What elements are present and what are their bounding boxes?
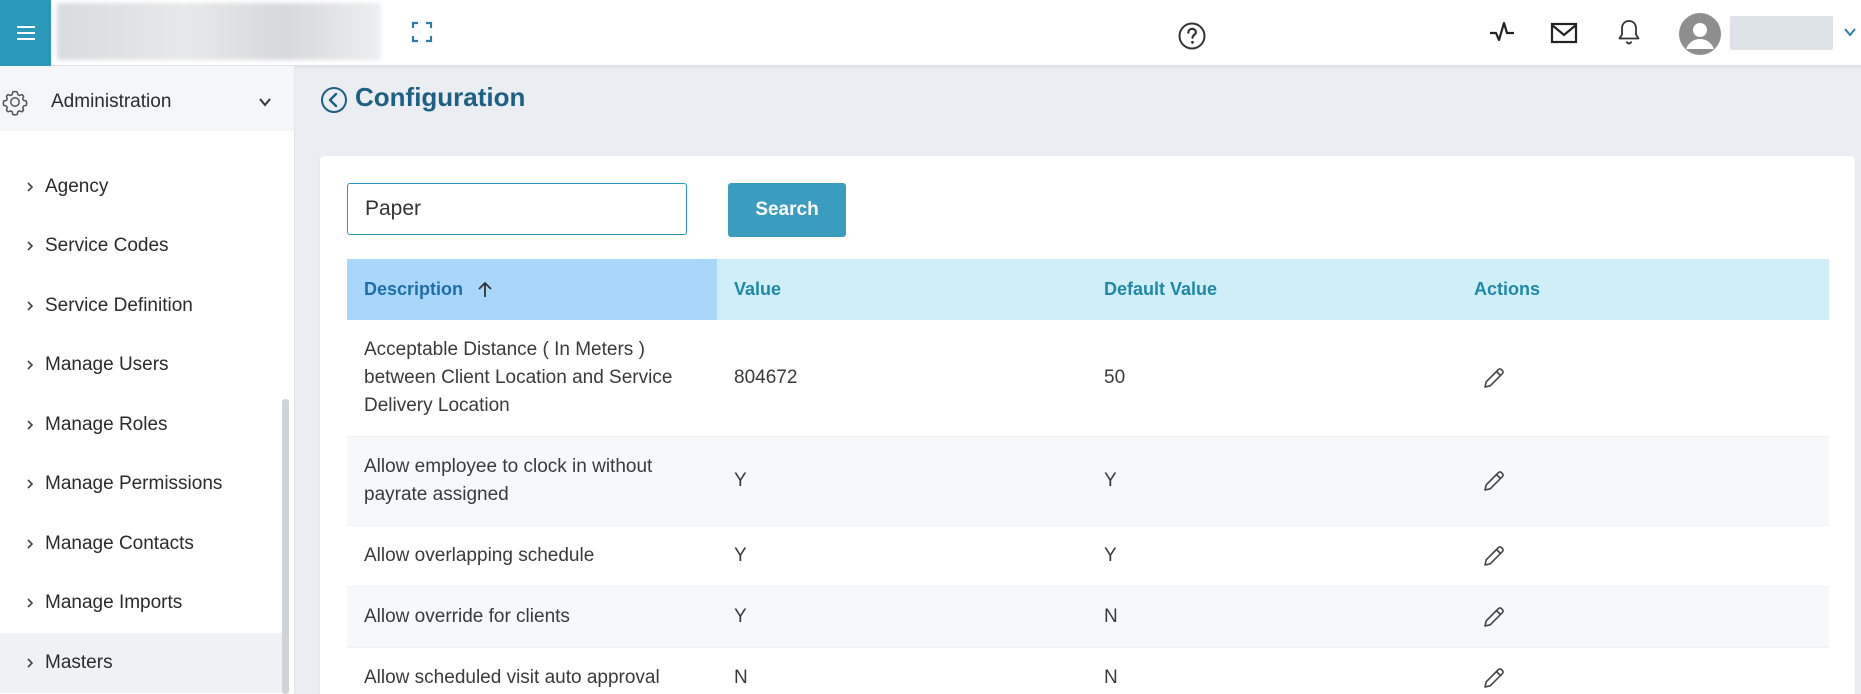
cell-value: Y — [734, 470, 747, 491]
edit-pencil-icon[interactable] — [1481, 365, 1507, 391]
sidebar-item-label: Manage Users — [45, 354, 169, 376]
cell-value: 804672 — [734, 367, 798, 388]
sidebar: Administration Agency Service Codes Serv… — [0, 66, 295, 694]
chevron-right-icon — [27, 301, 34, 311]
cell-default-value: N — [1104, 606, 1118, 627]
cell-actions — [1457, 526, 1829, 586]
hamburger-menu-button[interactable] — [0, 0, 51, 66]
table-row: Acceptable Distance ( In Meters ) betwee… — [347, 320, 1829, 437]
cell-description: Allow employee to clock in without payra… — [364, 456, 653, 505]
bell-icon[interactable] — [1616, 18, 1642, 46]
edit-pencil-icon[interactable] — [1481, 665, 1507, 691]
sidebar-item-manage-roles[interactable]: Manage Roles — [0, 395, 283, 455]
table-header: Description Value Default Value Actions — [347, 259, 1829, 320]
gear-icon — [2, 90, 28, 116]
chevron-right-icon — [27, 539, 34, 549]
chevron-down-icon[interactable] — [1843, 25, 1857, 39]
cell-actions — [1457, 320, 1829, 436]
search-button[interactable]: Search — [728, 183, 846, 237]
sidebar-item-label: Manage Imports — [45, 592, 183, 614]
search-input[interactable] — [347, 183, 687, 235]
sidebar-section-administration[interactable]: Administration — [0, 66, 294, 131]
fullscreen-icon[interactable] — [410, 20, 434, 44]
sidebar-menu: Agency Service Codes Service Definition … — [0, 157, 283, 693]
hamburger-menu-icon — [16, 26, 35, 40]
user-name[interactable] — [1730, 16, 1833, 50]
cell-default-value: 50 — [1104, 367, 1126, 388]
table-row: Allow scheduled visit auto approval N N — [347, 648, 1829, 694]
column-header-default-value[interactable]: Default Value — [1087, 259, 1457, 320]
sidebar-item-label: Masters — [45, 651, 113, 673]
back-icon[interactable] — [320, 86, 348, 114]
user-avatar-icon[interactable] — [1679, 13, 1721, 55]
edit-pencil-icon[interactable] — [1481, 468, 1507, 494]
column-header-label: Actions — [1474, 279, 1541, 299]
cell-description: Allow overlapping schedule — [364, 545, 595, 566]
cell-description: Allow scheduled visit auto approval — [364, 667, 660, 688]
edit-pencil-icon[interactable] — [1481, 604, 1507, 630]
sidebar-item-manage-imports[interactable]: Manage Imports — [0, 574, 283, 634]
table-row: Allow override for clients Y N — [347, 587, 1829, 648]
chevron-down-icon — [259, 98, 271, 107]
sidebar-item-label: Agency — [45, 175, 109, 197]
table-body: Acceptable Distance ( In Meters ) betwee… — [347, 320, 1829, 694]
top-bar — [0, 0, 1861, 66]
sidebar-item-service-codes[interactable]: Service Codes — [0, 217, 283, 277]
page-title: Configuration — [355, 82, 526, 112]
sidebar-item-label: Service Definition — [45, 294, 193, 316]
sidebar-item-service-definition[interactable]: Service Definition — [0, 276, 283, 336]
column-header-label: Default Value — [1104, 279, 1218, 299]
cell-description: Acceptable Distance ( In Meters ) betwee… — [364, 339, 673, 416]
sidebar-item-label: Service Codes — [45, 235, 169, 257]
chevron-right-icon — [27, 360, 34, 370]
column-header-label: Value — [734, 279, 782, 299]
chevron-right-icon — [27, 182, 34, 192]
cell-default-value: N — [1104, 667, 1118, 688]
sidebar-item-manage-users[interactable]: Manage Users — [0, 336, 283, 396]
cell-default-value: Y — [1104, 545, 1117, 566]
table-row: Allow employee to clock in without payra… — [347, 437, 1829, 526]
chevron-right-icon — [27, 241, 34, 251]
edit-pencil-icon[interactable] — [1481, 543, 1507, 569]
configuration-table: Description Value Default Value Actions … — [347, 259, 1829, 694]
cell-actions — [1457, 648, 1829, 694]
sidebar-item-label: Manage Roles — [45, 413, 168, 435]
sidebar-item-manage-contacts[interactable]: Manage Contacts — [0, 514, 283, 574]
activity-icon[interactable] — [1488, 18, 1516, 46]
sidebar-section-label: Administration — [51, 91, 172, 112]
sidebar-item-label: Manage Contacts — [45, 532, 194, 554]
logo — [57, 3, 381, 60]
help-icon[interactable] — [1177, 21, 1207, 51]
sidebar-item-manage-permissions[interactable]: Manage Permissions — [0, 455, 283, 515]
cell-value: Y — [734, 606, 747, 627]
cell-default-value: Y — [1104, 470, 1117, 491]
sidebar-item-label: Manage Permissions — [45, 473, 223, 495]
sidebar-item-masters[interactable]: Masters — [0, 633, 283, 693]
column-header-actions: Actions — [1457, 259, 1829, 320]
chevron-right-icon — [27, 420, 34, 430]
chevron-right-icon — [27, 598, 34, 608]
column-header-label: Description — [364, 279, 464, 299]
chevron-right-icon — [27, 658, 34, 668]
cell-description: Allow override for clients — [364, 606, 570, 627]
mail-icon[interactable] — [1550, 20, 1578, 46]
column-header-description[interactable]: Description — [347, 259, 717, 320]
table-row: Allow overlapping schedule Y Y — [347, 526, 1829, 587]
cell-value: Y — [734, 545, 747, 566]
sidebar-scrollbar[interactable] — [282, 399, 289, 694]
cell-value: N — [734, 667, 748, 688]
sidebar-item-agency[interactable]: Agency — [0, 157, 283, 217]
chevron-right-icon — [27, 479, 34, 489]
sort-ascending-icon — [478, 281, 492, 297]
cell-actions — [1457, 437, 1829, 525]
cell-actions — [1457, 587, 1829, 647]
column-header-value[interactable]: Value — [717, 259, 1087, 320]
